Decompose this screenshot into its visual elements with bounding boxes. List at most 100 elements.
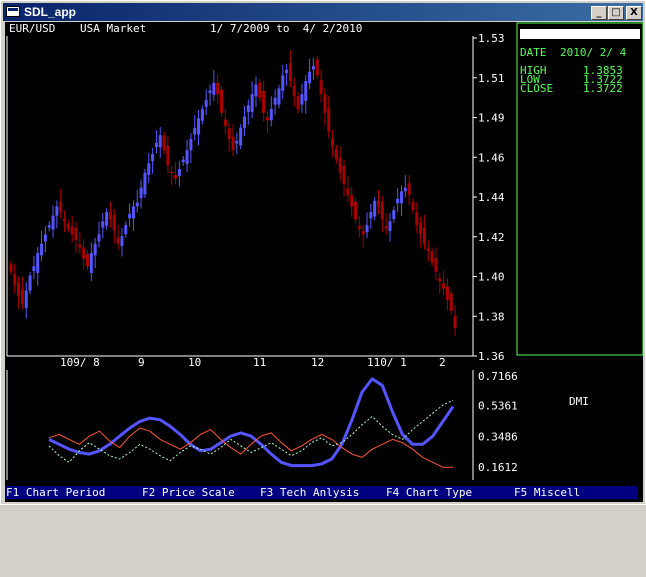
candle-body bbox=[246, 105, 250, 113]
price-y-ticks: 1.53 1.51 1.49 1.46 1.44 1.42 1.40 1.38 1.36 bbox=[473, 32, 505, 363]
candle-body bbox=[315, 59, 319, 76]
candle-body bbox=[265, 117, 269, 121]
f2-price-scale-key[interactable]: F2 Price Scale bbox=[142, 486, 235, 499]
candle-body bbox=[105, 211, 109, 226]
candle-body bbox=[380, 201, 384, 220]
candle-body bbox=[342, 165, 346, 184]
candle-body bbox=[430, 251, 434, 263]
candle-body bbox=[323, 94, 327, 113]
price-x-ticks: 109/ 8 9 10 11 12 110/ 1 2 bbox=[60, 356, 446, 369]
candle-body bbox=[346, 188, 350, 196]
candle-body bbox=[453, 315, 457, 328]
candle-body bbox=[131, 206, 135, 219]
candle-body bbox=[181, 159, 185, 163]
candle-body bbox=[47, 225, 51, 228]
f3-tech-analysis-key[interactable]: F3 Tech Anlysis bbox=[260, 486, 359, 499]
price-y-tick-label: 1.49 bbox=[478, 112, 505, 125]
candle-body bbox=[162, 135, 166, 151]
price-x-tick-label: 109/ 8 bbox=[60, 356, 100, 369]
dmi-y-ticks: 0.7166 0.5361 0.3486 0.1612 bbox=[478, 370, 518, 474]
dmi-y-tick-label: 0.7166 bbox=[478, 370, 518, 383]
candle-body bbox=[74, 227, 78, 241]
candle-body bbox=[154, 142, 158, 148]
price-x-tick-label: 9 bbox=[138, 356, 145, 369]
candle-body bbox=[82, 247, 86, 259]
candle-body bbox=[128, 213, 132, 219]
candle-body bbox=[308, 71, 312, 84]
function-key-bar: F1 Chart Period F2 Price Scale F3 Tech A… bbox=[5, 486, 637, 499]
window-title: SDL_app bbox=[24, 5, 77, 19]
candle-body bbox=[216, 82, 220, 95]
candle-body bbox=[147, 163, 151, 175]
candle-body bbox=[311, 66, 315, 70]
candle-body bbox=[354, 201, 358, 220]
candle-body bbox=[51, 215, 55, 230]
candle-body bbox=[396, 198, 400, 204]
candle-body bbox=[70, 226, 74, 235]
candle-body bbox=[407, 183, 411, 196]
candle-body bbox=[20, 289, 24, 304]
candle-body bbox=[338, 157, 342, 173]
candle-body bbox=[193, 127, 197, 135]
f1-chart-period-key[interactable]: F1 Chart Period bbox=[6, 486, 105, 499]
candle-body bbox=[151, 153, 155, 162]
dmi-series bbox=[48, 377, 455, 468]
candle-body bbox=[17, 282, 21, 297]
candle-body bbox=[373, 200, 377, 217]
candle-body bbox=[242, 116, 246, 128]
candle-body bbox=[438, 278, 442, 282]
candle-body bbox=[331, 138, 335, 147]
minimize-button[interactable]: _ bbox=[591, 6, 607, 20]
maximize-button[interactable]: □ bbox=[608, 6, 624, 20]
price-y-tick-label: 1.53 bbox=[478, 32, 505, 45]
candle-body bbox=[200, 109, 204, 121]
candle-body bbox=[285, 69, 289, 74]
candle-body bbox=[63, 218, 67, 222]
candle-body bbox=[231, 136, 235, 151]
candle-body bbox=[13, 274, 17, 285]
candle-body bbox=[174, 174, 178, 179]
candle-body bbox=[269, 109, 273, 121]
candle-body bbox=[361, 231, 365, 235]
price-y-tick-label: 1.42 bbox=[478, 231, 505, 244]
title-bar[interactable]: SDL_app _ □ X bbox=[3, 3, 643, 21]
candle-body bbox=[120, 236, 124, 247]
candle-body bbox=[9, 264, 13, 272]
candle-body bbox=[449, 293, 453, 312]
candle-body bbox=[139, 187, 143, 199]
candle-body bbox=[369, 211, 373, 219]
candle-body bbox=[384, 226, 388, 229]
candle-body bbox=[415, 212, 419, 226]
candle-body bbox=[277, 88, 281, 105]
price-y-tick-label: 1.46 bbox=[478, 151, 505, 164]
candle-body bbox=[43, 234, 47, 242]
candle-body bbox=[158, 135, 162, 148]
candle-body bbox=[97, 234, 101, 242]
dmi-label: DMI bbox=[569, 395, 589, 408]
candle-body bbox=[197, 118, 201, 135]
info-input-box[interactable] bbox=[520, 29, 640, 39]
candle-body bbox=[101, 221, 105, 228]
candle-body bbox=[411, 201, 415, 211]
candle-body bbox=[350, 195, 354, 207]
candle-body bbox=[227, 128, 231, 140]
candle-body bbox=[357, 226, 361, 229]
chart-symbol: EUR/USD bbox=[9, 22, 55, 35]
candle-body bbox=[288, 63, 292, 82]
price-x-tick-label: 110/ 1 bbox=[367, 356, 407, 369]
candle-body bbox=[304, 81, 308, 101]
candle-body bbox=[177, 168, 181, 177]
close-button[interactable]: X bbox=[626, 6, 642, 20]
dmi-y-tick-label: 0.1612 bbox=[478, 461, 518, 474]
f4-chart-type-key[interactable]: F4 Chart Type bbox=[386, 486, 472, 499]
f5-miscell-key[interactable]: F5 Miscell bbox=[514, 486, 580, 499]
candle-body bbox=[40, 243, 44, 256]
candle-body bbox=[32, 266, 36, 272]
app-window: SDL_app _ □ X EUR/USD USA Market 1/ 7/20… bbox=[0, 0, 646, 505]
candle-body bbox=[36, 253, 40, 273]
candle-body bbox=[327, 108, 331, 132]
candle-body bbox=[273, 97, 277, 105]
candle-body bbox=[166, 145, 170, 166]
candle-body bbox=[55, 206, 59, 216]
candle-body bbox=[170, 171, 174, 173]
